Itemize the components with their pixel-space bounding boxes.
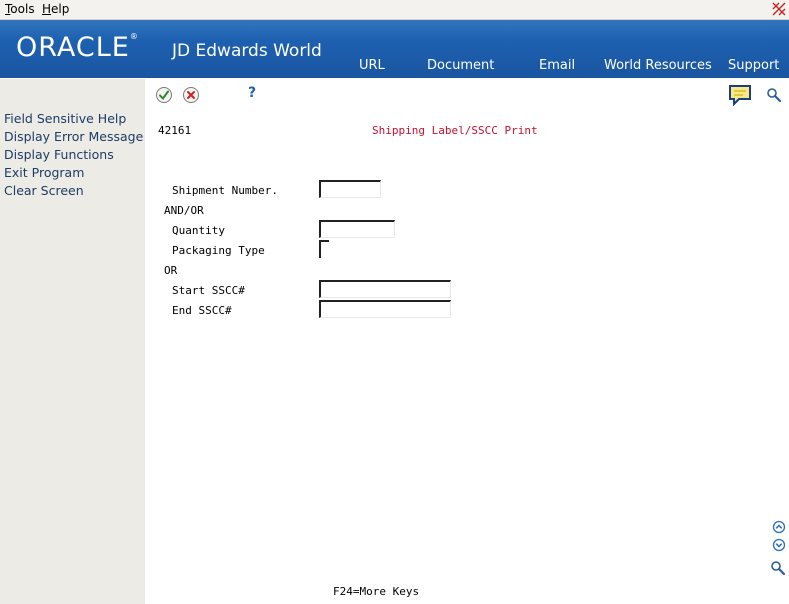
main-panel: ? 42161 Shipping Label/SSCC Print Shipme… (145, 79, 789, 604)
ok-check-icon[interactable] (155, 86, 173, 104)
menu-help-accel: H (42, 2, 52, 16)
page-title: Shipping Label/SSCC Print (372, 124, 538, 137)
label-and-or: AND/OR (164, 204, 204, 217)
menu-help[interactable]: Help (42, 2, 69, 16)
label-shipment-number: Shipment Number. (172, 184, 278, 197)
quantity-input[interactable] (319, 220, 395, 238)
sidebar-item-field-sensitive-help[interactable]: Field Sensitive Help (4, 111, 126, 126)
sidebar-item-display-error-message[interactable]: Display Error Message (4, 129, 143, 144)
menu-tools-label: ools (10, 2, 35, 16)
nav-document[interactable]: Document (427, 58, 494, 73)
shipment-number-input[interactable] (319, 180, 381, 198)
menu-bar: Tools Help (0, 0, 789, 20)
page-up-icon[interactable] (772, 520, 786, 534)
search-bottom-icon[interactable] (770, 560, 786, 576)
cancel-x-icon[interactable] (182, 86, 200, 104)
nav-support[interactable]: Support (728, 58, 779, 73)
start-sscc-input[interactable] (319, 280, 451, 298)
nav-world-resources[interactable]: World Resources (604, 58, 712, 73)
label-or: OR (164, 264, 178, 277)
packaging-type-input[interactable] (319, 240, 329, 258)
sidebar-item-clear-screen[interactable]: Clear Screen (4, 183, 84, 198)
product-name: JD Edwards World (172, 41, 322, 61)
nav-url[interactable]: URL (359, 58, 385, 73)
menu-tools[interactable]: Tools (5, 2, 35, 16)
sidebar-item-exit-program[interactable]: Exit Program (4, 165, 84, 180)
label-start-sscc: Start SSCC# (172, 284, 245, 297)
menu-help-label: elp (51, 2, 70, 16)
oracle-logo: ORACLE® (16, 32, 139, 63)
oracle-registered-mark: ® (129, 32, 139, 41)
label-end-sscc: End SSCC# (172, 304, 232, 317)
page-down-icon[interactable] (772, 538, 786, 552)
end-sscc-input[interactable] (319, 300, 451, 318)
label-packaging-type: Packaging Type (172, 244, 265, 257)
nav-email[interactable]: Email (539, 58, 575, 73)
sidebar-item-display-functions[interactable]: Display Functions (4, 147, 114, 162)
header-banner: ORACLE® JD Edwards World URL Document Em… (0, 20, 789, 78)
search-icon[interactable] (766, 87, 782, 103)
label-quantity: Quantity (172, 224, 225, 237)
message-bubble-icon[interactable] (728, 84, 752, 106)
help-question-icon[interactable]: ? (243, 85, 261, 103)
program-id: 42161 (158, 124, 192, 137)
resize-corner-icon[interactable] (771, 1, 787, 17)
function-keys-footer: F24=More Keys (333, 585, 420, 598)
sidebar: Field Sensitive Help Display Error Messa… (0, 79, 145, 604)
oracle-logo-text: ORACLE (16, 32, 130, 63)
